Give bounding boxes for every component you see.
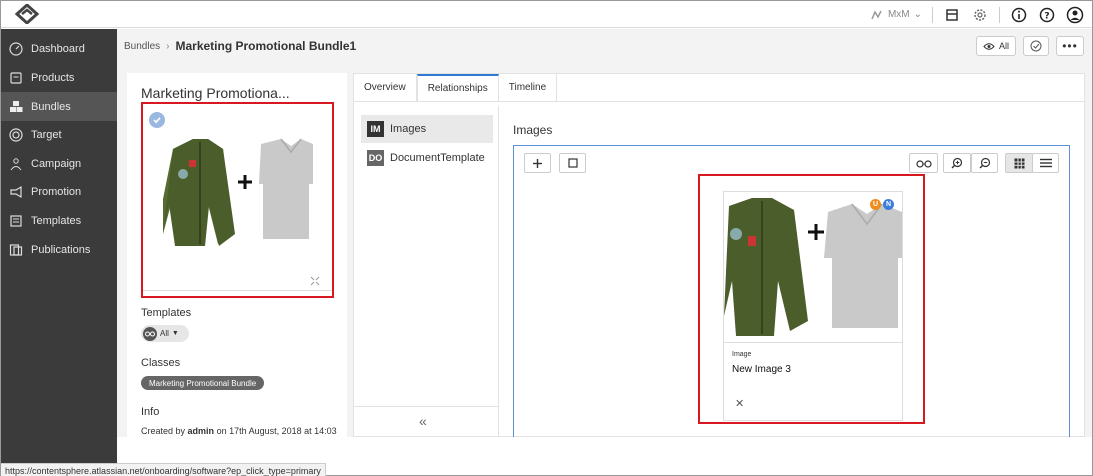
sidebar-item-templates[interactable]: Templates <box>1 206 117 235</box>
sidebar-item-label: Templates <box>31 214 82 227</box>
relationship-item-document-template[interactable]: DO DocumentTemplate <box>361 144 493 172</box>
org-label: MxM <box>887 9 910 20</box>
view-filter-button[interactable]: All <box>976 36 1016 56</box>
tab-timeline[interactable]: Timeline <box>499 74 558 101</box>
add-button[interactable] <box>524 153 551 173</box>
templates-label: Templates <box>141 307 192 319</box>
list-icon <box>1039 158 1052 168</box>
task-button[interactable] <box>1023 36 1049 56</box>
zoom-in-icon <box>951 157 963 169</box>
view-filter-label: All <box>998 41 1009 51</box>
sidebar-item-label: Dashboard <box>31 42 85 55</box>
relationship-item-images[interactable]: IM Images <box>361 115 493 143</box>
campaign-icon <box>10 157 22 170</box>
glasses-icon <box>143 326 157 341</box>
eye-icon <box>983 42 995 50</box>
info-icon[interactable] <box>1010 6 1028 24</box>
tab-overview[interactable]: Overview <box>354 74 417 101</box>
breadcrumb: Bundles › Marketing Promotional Bundle1 <box>124 39 356 53</box>
bundle-image-preview[interactable] <box>141 102 334 298</box>
divider <box>999 6 1000 23</box>
sidebar-item-dashboard[interactable]: Dashboard <box>1 34 117 63</box>
sidebar-item-products[interactable]: Products <box>1 63 117 92</box>
relationship-label: DocumentTemplate <box>390 152 485 164</box>
info-label: Info <box>141 406 160 418</box>
dashboard-icon <box>9 41 23 56</box>
sidebar-item-label: Products <box>31 71 75 84</box>
megaphone-icon <box>10 185 22 198</box>
chevron-right-icon: › <box>166 40 170 52</box>
top-bar: MxM ⌄ ? <box>1 1 1092 28</box>
classes-label: Classes <box>141 357 181 369</box>
bundle-title: Marketing Promotiona... <box>141 85 290 101</box>
sidebar-item-label: Promotion <box>31 185 82 198</box>
caret-down-icon: ▼ <box>171 330 179 337</box>
plus-icon <box>533 158 542 168</box>
grid-view-button[interactable] <box>1005 153 1033 173</box>
zoom-out-icon <box>979 157 990 169</box>
target-icon <box>9 127 23 142</box>
created-on: on 17th August, 2018 at 14:03 <box>216 426 337 436</box>
zoom-in-button[interactable] <box>943 153 971 173</box>
divider <box>354 101 1084 102</box>
class-tag[interactable]: Marketing Promotional Bundle <box>141 376 265 390</box>
tab-relationships[interactable]: Relationships <box>416 74 499 101</box>
templates-filter-dropdown[interactable]: All ▼ <box>141 325 189 342</box>
chevron-down-icon: ⌄ <box>913 9 922 20</box>
check-circle-icon <box>1030 40 1042 52</box>
sidebar-item-bundles[interactable]: Bundles <box>1 92 117 121</box>
org-switcher[interactable]: MxM ⌄ <box>870 9 922 21</box>
org-icon <box>871 9 882 19</box>
more-options-button[interactable]: ••• <box>1056 36 1084 56</box>
page-title: Marketing Promotional Bundle1 <box>175 39 357 53</box>
grid-icon <box>1013 157 1025 169</box>
divider <box>354 406 499 407</box>
sidebar-item-publications[interactable]: Publications <box>1 235 117 264</box>
publications-icon <box>9 243 23 256</box>
app-logo-icon[interactable] <box>13 4 41 24</box>
divider <box>143 290 332 296</box>
svg-text:?: ? <box>1044 11 1049 21</box>
status-url: https://contentsphere.atlassian.net/onbo… <box>1 463 326 476</box>
sidebar-item-label: Publications <box>31 243 91 256</box>
sidebar-item-promotion[interactable]: Promotion <box>1 177 117 206</box>
zoom-out-button[interactable] <box>971 153 998 173</box>
help-icon[interactable]: ? <box>1038 6 1056 24</box>
sidebar-item-label: Target <box>31 128 62 141</box>
sidebar-item-target[interactable]: Target <box>1 120 117 149</box>
checkbox-icon <box>567 158 578 168</box>
templates-icon <box>10 214 22 227</box>
bundles-icon <box>10 100 23 112</box>
package-icon[interactable] <box>943 6 961 24</box>
divider <box>932 6 933 23</box>
bundle-image <box>163 138 313 246</box>
templates-filter-value: All <box>160 329 169 338</box>
created-prefix: Created by <box>141 426 186 436</box>
collapse-icon[interactable] <box>310 276 320 286</box>
relationship-abbr: IM <box>367 121 384 137</box>
created-info: Created by admin on 17th August, 2018 at… <box>141 426 337 436</box>
relationship-abbr: DO <box>367 150 384 166</box>
highlight-box <box>698 174 925 424</box>
glasses-icon <box>915 159 932 168</box>
user-icon[interactable] <box>1066 6 1084 24</box>
more-icon: ••• <box>1062 39 1078 53</box>
select-all-checkbox[interactable] <box>559 153 586 173</box>
gear-icon[interactable] <box>971 6 989 24</box>
collapse-panel-icon[interactable]: « <box>419 413 427 429</box>
relationship-label: Images <box>390 123 427 135</box>
products-icon <box>10 71 22 84</box>
images-heading: Images <box>513 123 553 137</box>
breadcrumb-parent[interactable]: Bundles <box>124 41 160 52</box>
preview-button[interactable] <box>909 153 938 173</box>
sidebar-item-label: Campaign <box>31 157 82 170</box>
list-view-button[interactable] <box>1032 153 1059 173</box>
tab-bar: Overview Relationships Timeline <box>354 74 558 101</box>
sidebar-item-label: Bundles <box>31 100 71 113</box>
selected-check-icon <box>149 112 165 128</box>
created-user: admin <box>187 426 215 436</box>
sidebar-item-campaign[interactable]: Campaign <box>1 149 117 178</box>
